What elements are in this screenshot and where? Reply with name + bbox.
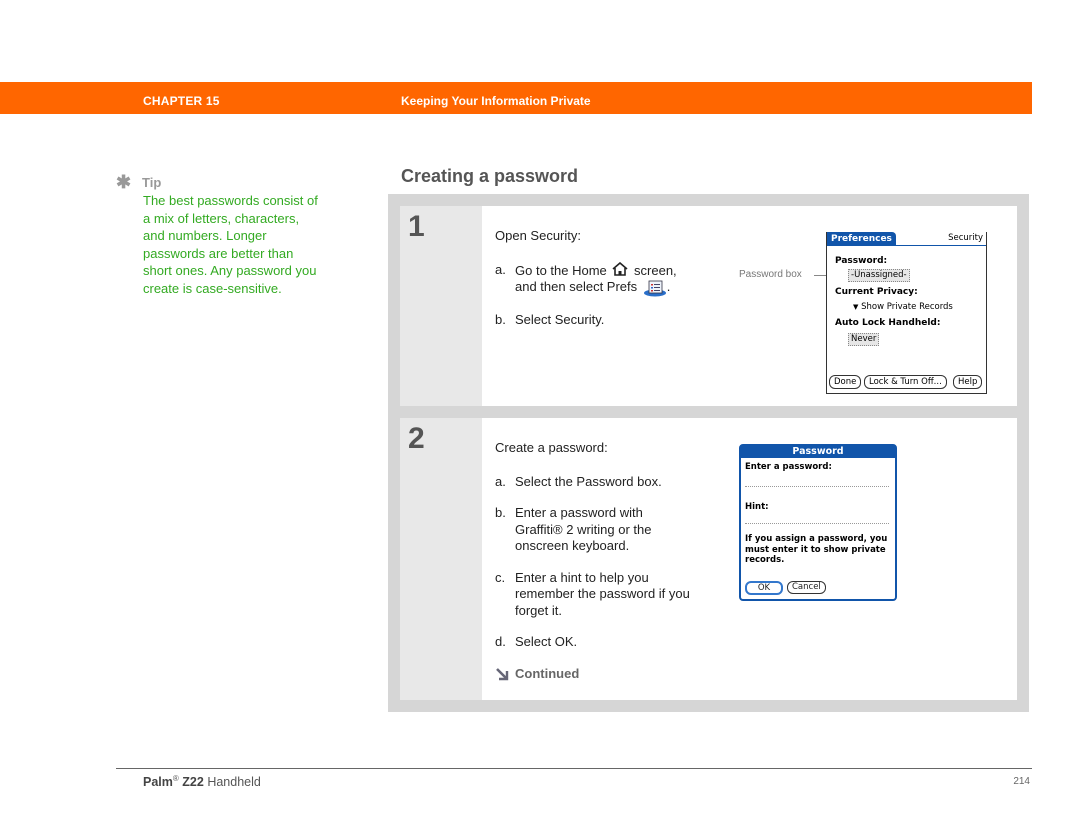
tip-sidebar: ✱ Tip The best passwords consist of a mi… (116, 172, 318, 298)
step-intro: Open Security: (495, 228, 581, 243)
step-item: b. Enter a password with Graffiti® 2 wri… (495, 505, 652, 553)
step-2: 2 Create a password: a. Select the Passw… (400, 418, 1017, 700)
password-input[interactable] (745, 486, 889, 487)
home-icon (612, 261, 628, 276)
autolock-selector[interactable]: Never (848, 333, 880, 346)
step-item: b. Select Security. (495, 312, 605, 327)
step-item: d. Select OK. (495, 634, 578, 649)
step-1-instructions: Open Security: a. Go to the Home screen,… (495, 228, 700, 344)
step-number: 1 (408, 210, 425, 243)
help-button[interactable]: Help (953, 375, 983, 389)
done-button[interactable]: Done (829, 375, 862, 389)
footer-rule (116, 768, 1032, 769)
triangle-down-icon: ▼ (853, 303, 859, 311)
cancel-button[interactable]: Cancel (787, 581, 826, 594)
footer-product: Palm® Z22 Handheld (143, 774, 261, 790)
tip-label: Tip (142, 174, 162, 190)
dialog-title: Password (741, 446, 895, 458)
lock-turn-off-button[interactable]: Lock & Turn Off... (864, 375, 947, 389)
password-label: Password: (835, 256, 888, 266)
step-2-instructions: Create a password: a. Select the Passwor… (495, 440, 695, 682)
page-number: 214 (1013, 776, 1030, 787)
continued-link[interactable]: Continued (495, 666, 695, 683)
password-box-callout: Password box (739, 269, 802, 280)
chapter-title: Keeping Your Information Private (401, 94, 591, 108)
prefs-icon (643, 280, 666, 297)
tip-text: The best passwords consist of a mix of l… (143, 193, 318, 296)
category-selector[interactable]: Security (948, 233, 983, 243)
password-dialog: Password Enter a password: Hint: If you … (739, 444, 897, 601)
dialog-message: If you assign a password, you must enter… (745, 534, 888, 565)
chapter-label: CHAPTER 15 (143, 94, 220, 108)
step-item: a. Select the Password box. (495, 473, 662, 489)
ok-button[interactable]: OK (745, 581, 783, 595)
step-item: c. Enter a hint to help you remember the… (495, 569, 690, 618)
password-box[interactable]: -Unassigned- (848, 269, 910, 282)
step-intro: Create a password: (495, 440, 608, 455)
preferences-tab: Preferences (827, 232, 896, 246)
security-screen: Preferences Security Password: -Unassign… (826, 232, 987, 394)
privacy-dropdown[interactable]: ▼ Show Private Records (853, 302, 953, 312)
asterisk-icon: ✱ (116, 172, 132, 192)
hint-input[interactable] (745, 523, 889, 524)
section-title: Creating a password (401, 166, 579, 186)
privacy-label: Current Privacy: (835, 287, 918, 297)
enter-password-label: Enter a password: (745, 462, 832, 472)
arrow-down-right-icon (496, 667, 509, 680)
hint-label: Hint: (745, 502, 769, 512)
step-item: a. Go to the Home screen, and then selec… (495, 261, 700, 298)
step-number: 2 (408, 422, 425, 455)
autolock-label: Auto Lock Handheld: (835, 318, 941, 328)
